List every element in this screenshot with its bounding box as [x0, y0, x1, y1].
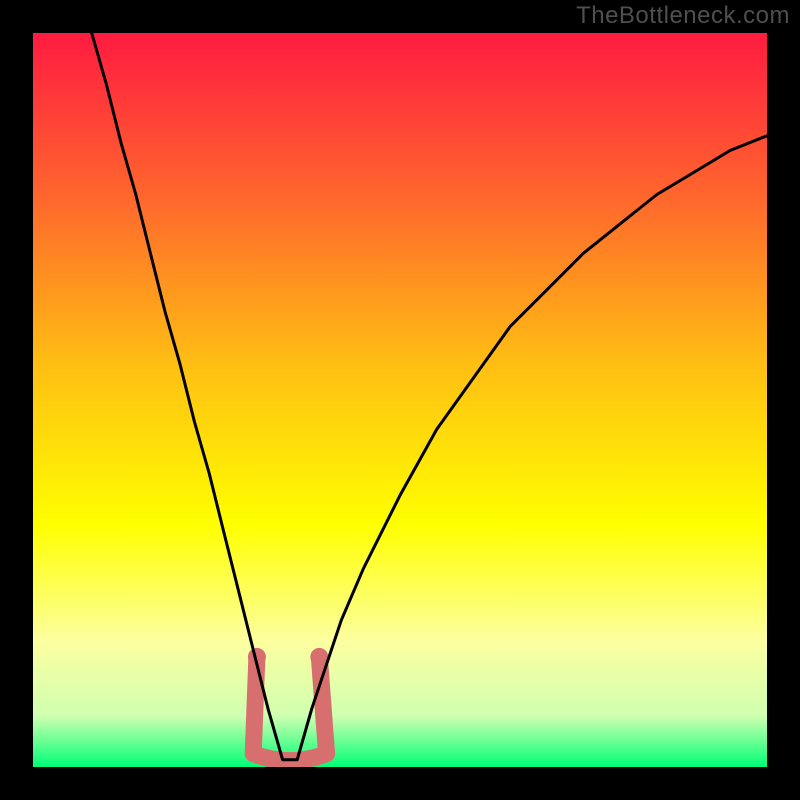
plot-area: [33, 33, 767, 767]
bottleneck-chart-svg: [33, 33, 767, 767]
watermark-text: TheBottleneck.com: [576, 2, 790, 30]
chart-frame: TheBottleneck.com: [0, 0, 800, 800]
gradient-background: [33, 33, 767, 767]
